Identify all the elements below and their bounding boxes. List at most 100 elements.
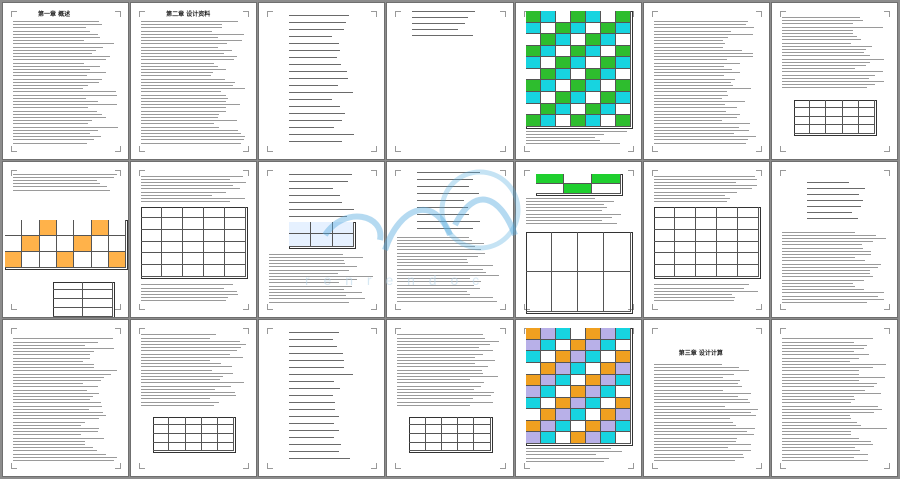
table-cell [615, 374, 631, 387]
page-thumbnail-p13[interactable] [643, 161, 769, 318]
page-thumbnail-p3[interactable] [259, 3, 385, 159]
page-thumbnail-p14[interactable] [771, 161, 897, 318]
text-line [781, 437, 859, 439]
text-line [653, 188, 752, 190]
page-thumbnail-p7[interactable] [771, 3, 897, 159]
page-thumbnail-p4[interactable] [387, 3, 513, 159]
crop-mark-icon [755, 328, 762, 335]
crop-mark-icon [267, 169, 274, 176]
text-line [653, 453, 744, 455]
page-thumbnail-p9[interactable] [131, 161, 257, 318]
text-line [781, 71, 884, 73]
text-line [141, 139, 244, 141]
text-line [141, 395, 236, 397]
crop-mark-icon [115, 462, 122, 469]
table-cell [578, 271, 605, 312]
table-cell [600, 45, 616, 58]
text-line [141, 91, 222, 93]
page-thumbnail-p18[interactable] [387, 320, 513, 476]
text-line [653, 440, 737, 442]
table-cell [600, 115, 616, 127]
text-line [781, 295, 878, 297]
text-line [653, 392, 751, 394]
table-cell [600, 11, 616, 23]
table-cell [570, 328, 586, 340]
crop-mark-icon [755, 304, 762, 311]
text-line [13, 411, 103, 413]
page-thumbnail-p17[interactable] [259, 320, 385, 476]
text-line [653, 191, 738, 193]
page-thumbnail-p20[interactable]: 第三章 设计计算 [643, 320, 769, 476]
text-line [269, 256, 363, 258]
text-line [141, 37, 219, 38]
table-cell [600, 22, 616, 35]
table-cell [653, 230, 675, 242]
text-line [269, 266, 358, 268]
table-cell [185, 433, 202, 443]
table-cell [842, 99, 859, 109]
table-cell [201, 416, 219, 426]
text-line [781, 247, 863, 249]
table-cell [458, 416, 475, 426]
page-thumbnail-p2[interactable]: 第二章 设计资料 [131, 3, 257, 159]
table-cell [570, 409, 586, 421]
text-line [781, 402, 851, 404]
text-line [653, 59, 728, 61]
table-cell [555, 386, 571, 398]
table-cell [540, 11, 556, 23]
text-line [269, 292, 362, 294]
text-line [781, 447, 855, 449]
page-thumbnail-p15[interactable] [3, 320, 129, 476]
text-line [141, 287, 224, 289]
text-line [289, 36, 333, 37]
text-line [397, 265, 494, 267]
text-line [653, 459, 735, 461]
crop-mark-icon [11, 11, 17, 17]
text-line [141, 88, 245, 90]
table-cell [600, 386, 616, 398]
table-cell [716, 253, 738, 266]
text-line [781, 405, 878, 407]
crop-mark-icon [779, 145, 786, 152]
text-line [781, 74, 875, 76]
table-cell [425, 442, 442, 452]
text-line [13, 24, 102, 26]
page-thumbnail-p5[interactable] [515, 3, 641, 159]
page-thumbnail-p11[interactable] [387, 161, 513, 318]
page-thumbnail-p16[interactable] [131, 320, 257, 476]
text-line [781, 443, 873, 445]
page-thumbnail-p21[interactable] [771, 320, 897, 476]
text-line [781, 399, 856, 401]
text-line [653, 46, 723, 48]
page-thumbnail-p19[interactable] [515, 320, 641, 476]
text-line [781, 431, 851, 433]
table-cell [592, 173, 621, 184]
table-cell [204, 265, 226, 277]
text-line [397, 255, 478, 257]
text-line [653, 201, 727, 203]
text-line [141, 59, 234, 61]
table-cell [585, 339, 601, 352]
text-line [397, 275, 499, 277]
page-thumbnail-p10[interactable] [259, 161, 385, 318]
table-cell [474, 416, 491, 426]
text-line [653, 62, 741, 64]
table-cell [600, 328, 616, 340]
table-cell [674, 218, 696, 230]
table-cell [540, 328, 556, 340]
table-cell [204, 253, 226, 266]
table-cell [56, 219, 75, 236]
text-line [525, 197, 595, 199]
text-line [397, 287, 481, 289]
crop-mark-icon [395, 169, 402, 176]
text-line [397, 359, 495, 361]
table-cell [570, 339, 586, 352]
table-cell [540, 397, 556, 410]
table-cell [540, 80, 556, 92]
page-thumbnail-p6[interactable] [643, 3, 769, 159]
page-thumbnail-p12[interactable] [515, 161, 641, 318]
page-thumbnail-p1[interactable]: 第一章 概述 [3, 3, 129, 159]
page-thumbnail-p8[interactable] [3, 161, 129, 318]
table-cell [39, 219, 57, 236]
table-cell [91, 219, 109, 236]
